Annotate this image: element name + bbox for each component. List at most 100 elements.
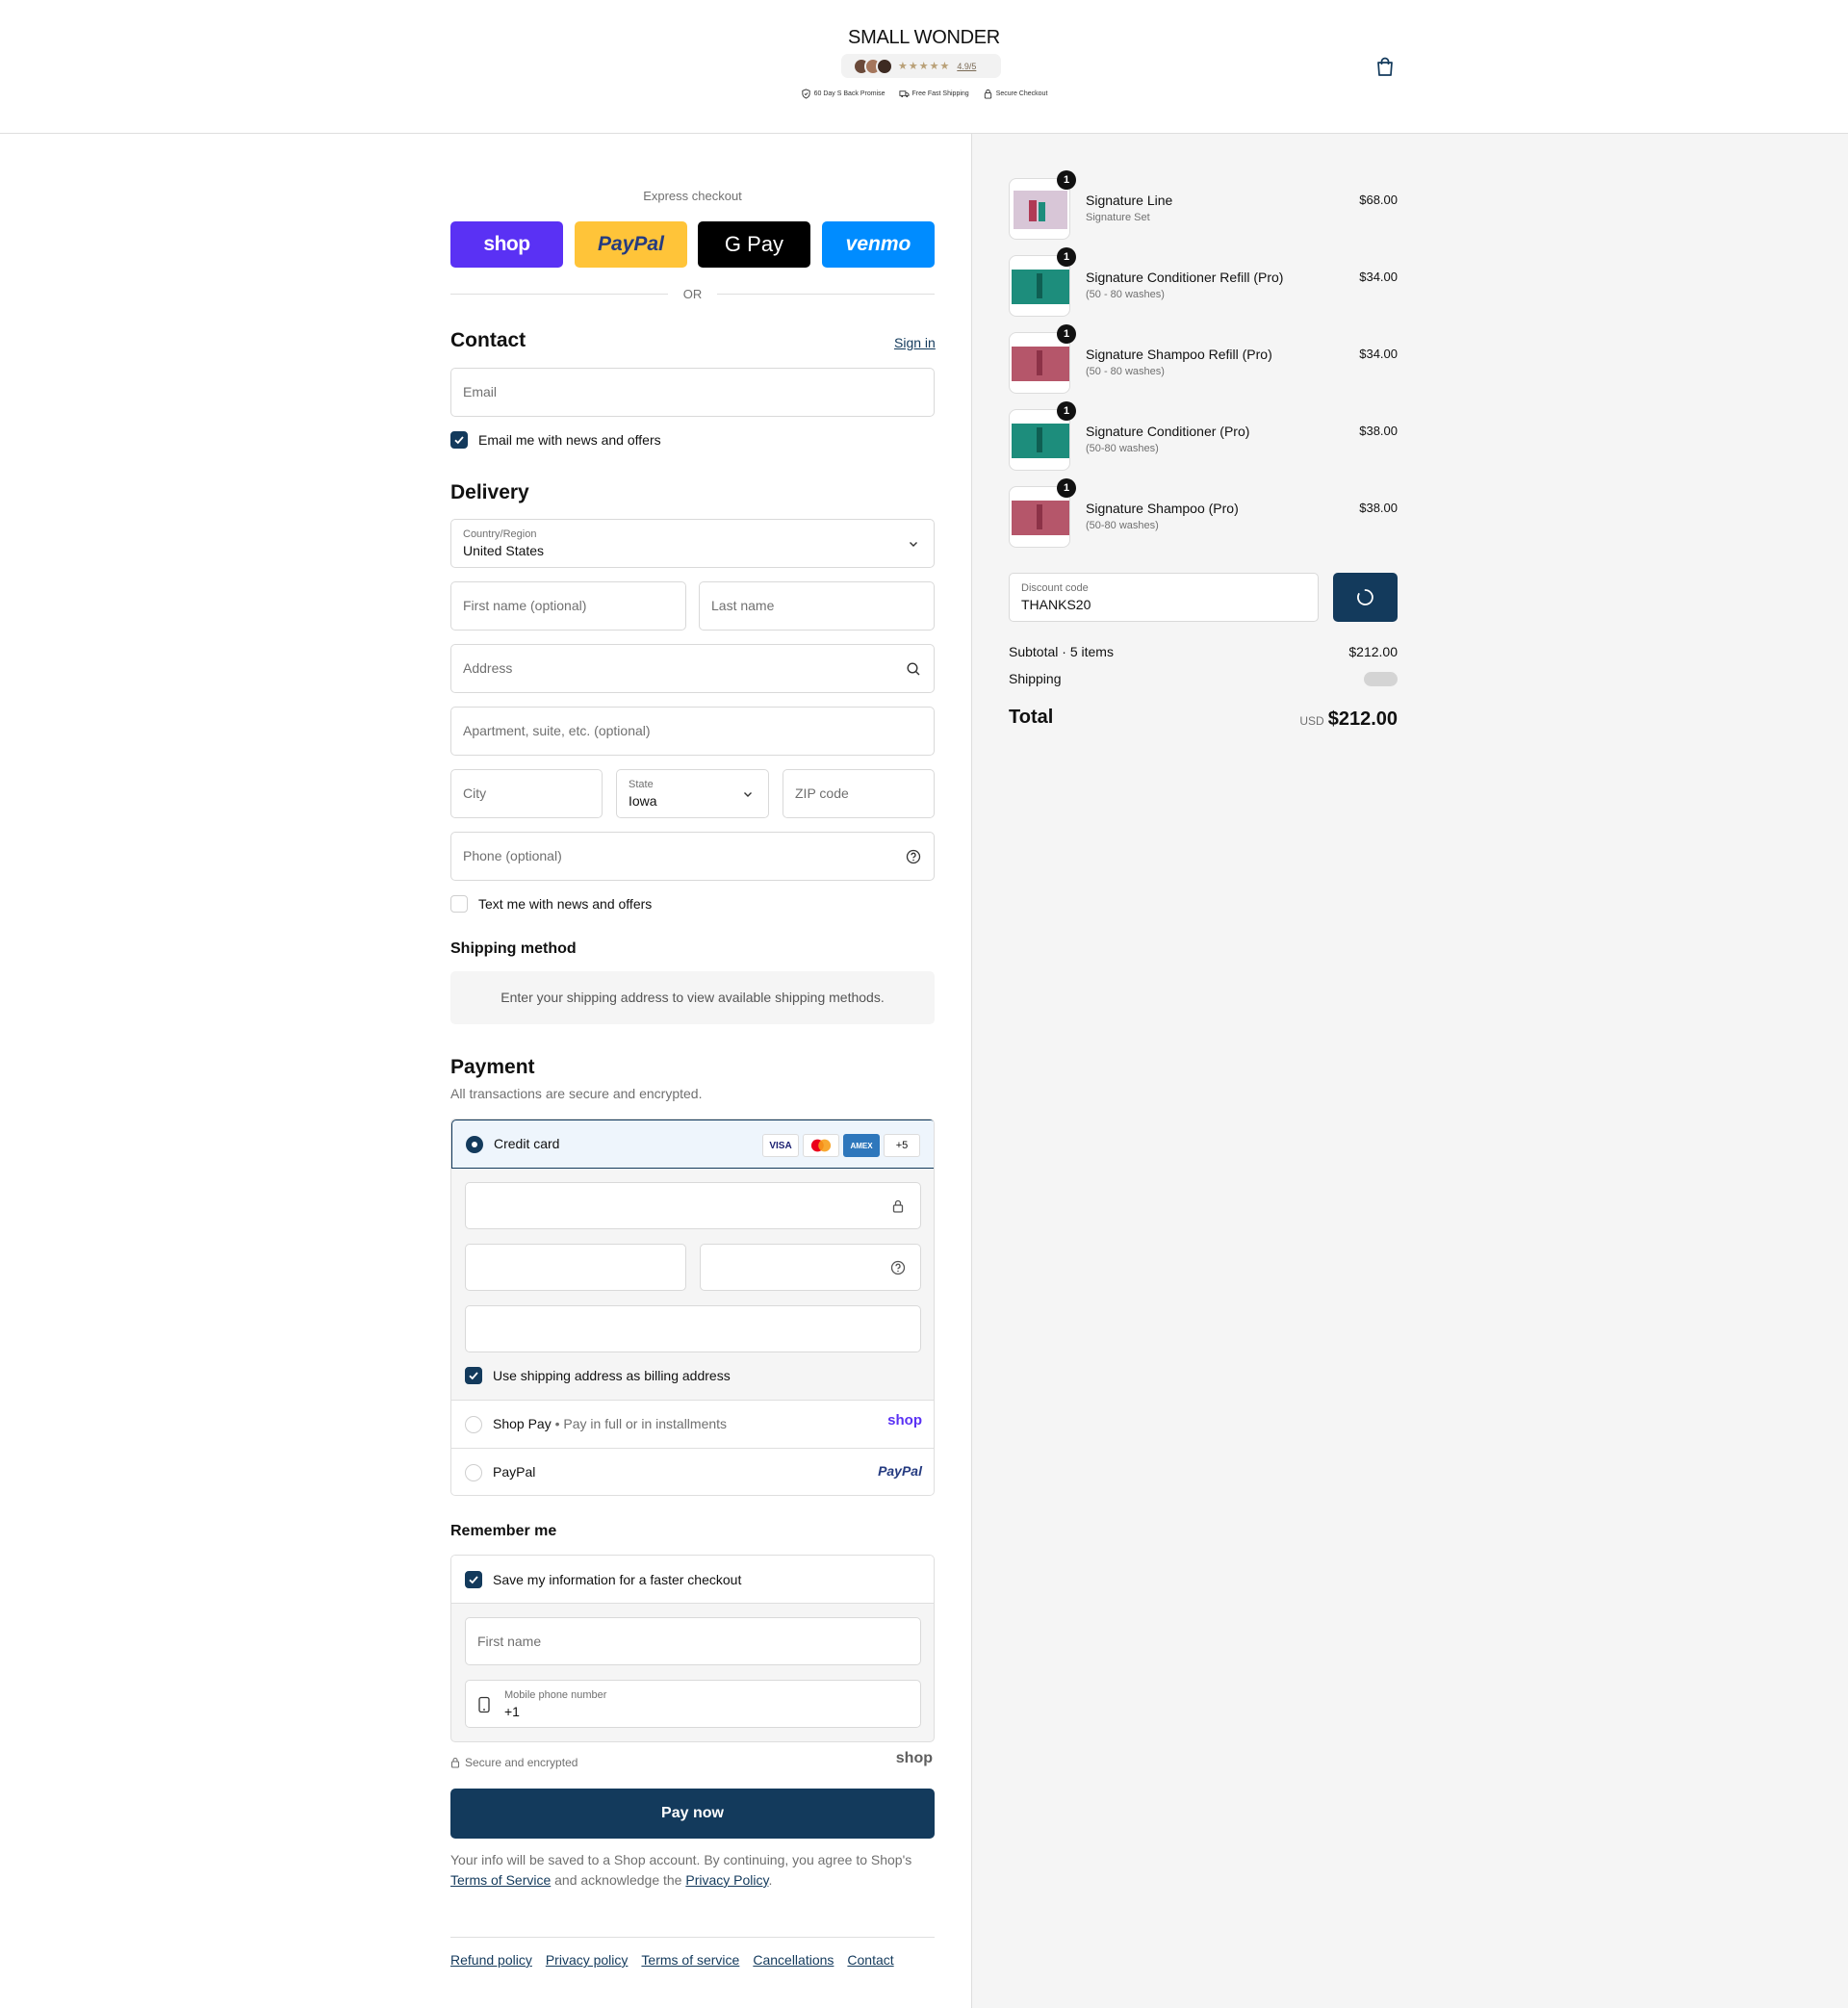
text-news-label: Text me with news and offers	[478, 896, 653, 912]
shipping-method-notice: Enter your shipping address to view avai…	[450, 971, 935, 1024]
item-variant: (50-80 washes)	[1086, 520, 1159, 531]
terms-of-service-link[interactable]: Terms of Service	[450, 1872, 551, 1888]
first-name-field[interactable]: First name (optional)	[450, 581, 686, 631]
cart-bag-icon[interactable]	[1374, 56, 1396, 77]
shop-pay-express-button[interactable]: shop	[450, 221, 563, 268]
total-amount: USD $212.00	[1299, 708, 1398, 731]
city-field[interactable]: City	[450, 769, 603, 818]
mobile-phone-value: +1	[504, 1704, 520, 1719]
remember-first-name-field[interactable]: First name	[465, 1617, 921, 1665]
country-select[interactable]: Country/Region United States	[450, 519, 935, 568]
item-variant: Signature Set	[1086, 212, 1150, 223]
legal-end: .	[768, 1872, 773, 1888]
name-on-card-field[interactable]	[465, 1305, 921, 1352]
quantity-badge: 1	[1057, 401, 1076, 421]
quantity-badge: 1	[1057, 247, 1076, 267]
privacy-policy-footer-link[interactable]: Privacy policy	[546, 1952, 629, 1968]
zip-field[interactable]: ZIP code	[783, 769, 935, 818]
phone-field[interactable]: Phone (optional)	[450, 832, 935, 881]
credit-card-radio[interactable]	[466, 1136, 483, 1153]
cancellations-link[interactable]: Cancellations	[753, 1952, 834, 1968]
state-label: State	[629, 779, 654, 790]
expiration-date-field[interactable]	[465, 1244, 686, 1291]
badge-secure: Secure Checkout	[983, 89, 1048, 99]
credit-card-option[interactable]: Credit card VISA AMEX +5	[451, 1120, 934, 1169]
item-price: $68.00	[1359, 193, 1398, 207]
contact-heading: Contact	[450, 329, 526, 351]
shop-pay-label: Shop Pay	[493, 1416, 552, 1431]
divider-line	[450, 293, 668, 295]
discount-code-value: THANKS20	[1021, 597, 1091, 612]
last-name-field[interactable]: Last name	[699, 581, 935, 631]
refund-policy-link[interactable]: Refund policy	[450, 1952, 532, 1968]
payment-subtitle: All transactions are secure and encrypte…	[450, 1086, 703, 1101]
discount-code-label: Discount code	[1021, 582, 1089, 594]
apartment-field[interactable]: Apartment, suite, etc. (optional)	[450, 707, 935, 756]
check-icon	[469, 1576, 478, 1584]
express-checkout-title: Express checkout	[643, 189, 742, 203]
lock-icon	[984, 89, 991, 99]
help-circle-icon[interactable]	[889, 1259, 907, 1276]
more-cards-badge: +5	[884, 1134, 920, 1157]
product-bottle	[1037, 504, 1042, 529]
paypal-option[interactable]: PayPal PayPal	[451, 1448, 934, 1495]
email-field[interactable]: Email	[450, 368, 935, 417]
text-news-checkbox[interactable]	[450, 895, 468, 913]
contact-link[interactable]: Contact	[847, 1952, 893, 1968]
discount-code-field[interactable]: Discount code THANKS20	[1009, 573, 1319, 622]
chevron-down-icon	[910, 542, 917, 547]
badge-label: Secure Checkout	[995, 90, 1048, 97]
shield-icon	[801, 89, 810, 99]
remember-first-name-placeholder: First name	[477, 1634, 542, 1649]
amex-icon: AMEX	[843, 1134, 880, 1157]
loading-spinner-icon	[1357, 589, 1373, 605]
badge-label: Free Fast Shipping	[911, 90, 969, 97]
item-name: Signature Conditioner Refill (Pro)	[1086, 270, 1284, 285]
venmo-express-button[interactable]: venmo	[822, 221, 935, 268]
payment-methods: Credit card VISA AMEX +5 Use shipping ad…	[450, 1119, 935, 1496]
paypal-express-button[interactable]: PayPal	[575, 221, 687, 268]
shipping-label: Shipping	[1009, 671, 1062, 686]
billing-same-label: Use shipping address as billing address	[493, 1368, 731, 1383]
apply-discount-button[interactable]	[1333, 573, 1398, 622]
shop-logo: shop	[895, 1750, 933, 1766]
terms-of-service-footer-link[interactable]: Terms of service	[641, 1952, 739, 1968]
email-news-checkbox[interactable]	[450, 431, 468, 449]
shop-pay-logo: shop	[887, 1412, 922, 1429]
mobile-phone-icon	[478, 1696, 490, 1713]
privacy-policy-link[interactable]: Privacy Policy	[685, 1872, 768, 1888]
city-placeholder: City	[463, 785, 487, 801]
sign-in-link[interactable]: Sign in	[894, 335, 936, 350]
security-code-field[interactable]	[700, 1244, 921, 1291]
venmo-logo: venmo	[845, 233, 911, 255]
delivery-heading: Delivery	[450, 481, 529, 503]
help-circle-icon[interactable]	[905, 848, 922, 865]
shipping-row: Shipping	[1009, 671, 1398, 686]
paypal-logo: PayPal	[598, 233, 664, 255]
google-pay-express-button[interactable]: G Pay	[698, 221, 810, 268]
pay-now-button[interactable]: Pay now	[450, 1789, 935, 1839]
shop-pay-radio[interactable]	[465, 1416, 482, 1433]
footer-divider	[450, 1937, 935, 1938]
save-info-checkbox[interactable]	[465, 1571, 482, 1588]
save-info-label: Save my information for a faster checkou…	[493, 1572, 742, 1587]
first-name-placeholder: First name (optional)	[463, 598, 587, 613]
paypal-radio[interactable]	[465, 1464, 482, 1481]
address-field[interactable]: Address	[450, 644, 935, 693]
mastercard-logo	[810, 1139, 832, 1152]
line-item: 1 Signature Line Signature Set $68.00	[1009, 170, 1398, 242]
save-info-row[interactable]: Save my information for a faster checkou…	[451, 1556, 934, 1604]
truck-icon	[898, 90, 910, 98]
subtotal-row: Subtotal · 5 items $212.00	[1009, 644, 1398, 659]
paypal-label: PayPal	[493, 1464, 536, 1480]
avatar	[876, 57, 893, 75]
or-label: OR	[682, 286, 703, 301]
state-select[interactable]: State Iowa	[616, 769, 769, 818]
brand-logo[interactable]: SMALL WONDER	[0, 27, 1848, 49]
shop-pay-option[interactable]: Shop Pay • Pay in full or in installment…	[451, 1400, 934, 1448]
billing-same-checkbox[interactable]	[465, 1367, 482, 1384]
credit-card-label: Credit card	[494, 1136, 560, 1151]
mobile-phone-field[interactable]: Mobile phone number +1	[465, 1680, 921, 1728]
card-number-field[interactable]	[465, 1182, 921, 1229]
last-name-placeholder: Last name	[711, 598, 775, 613]
